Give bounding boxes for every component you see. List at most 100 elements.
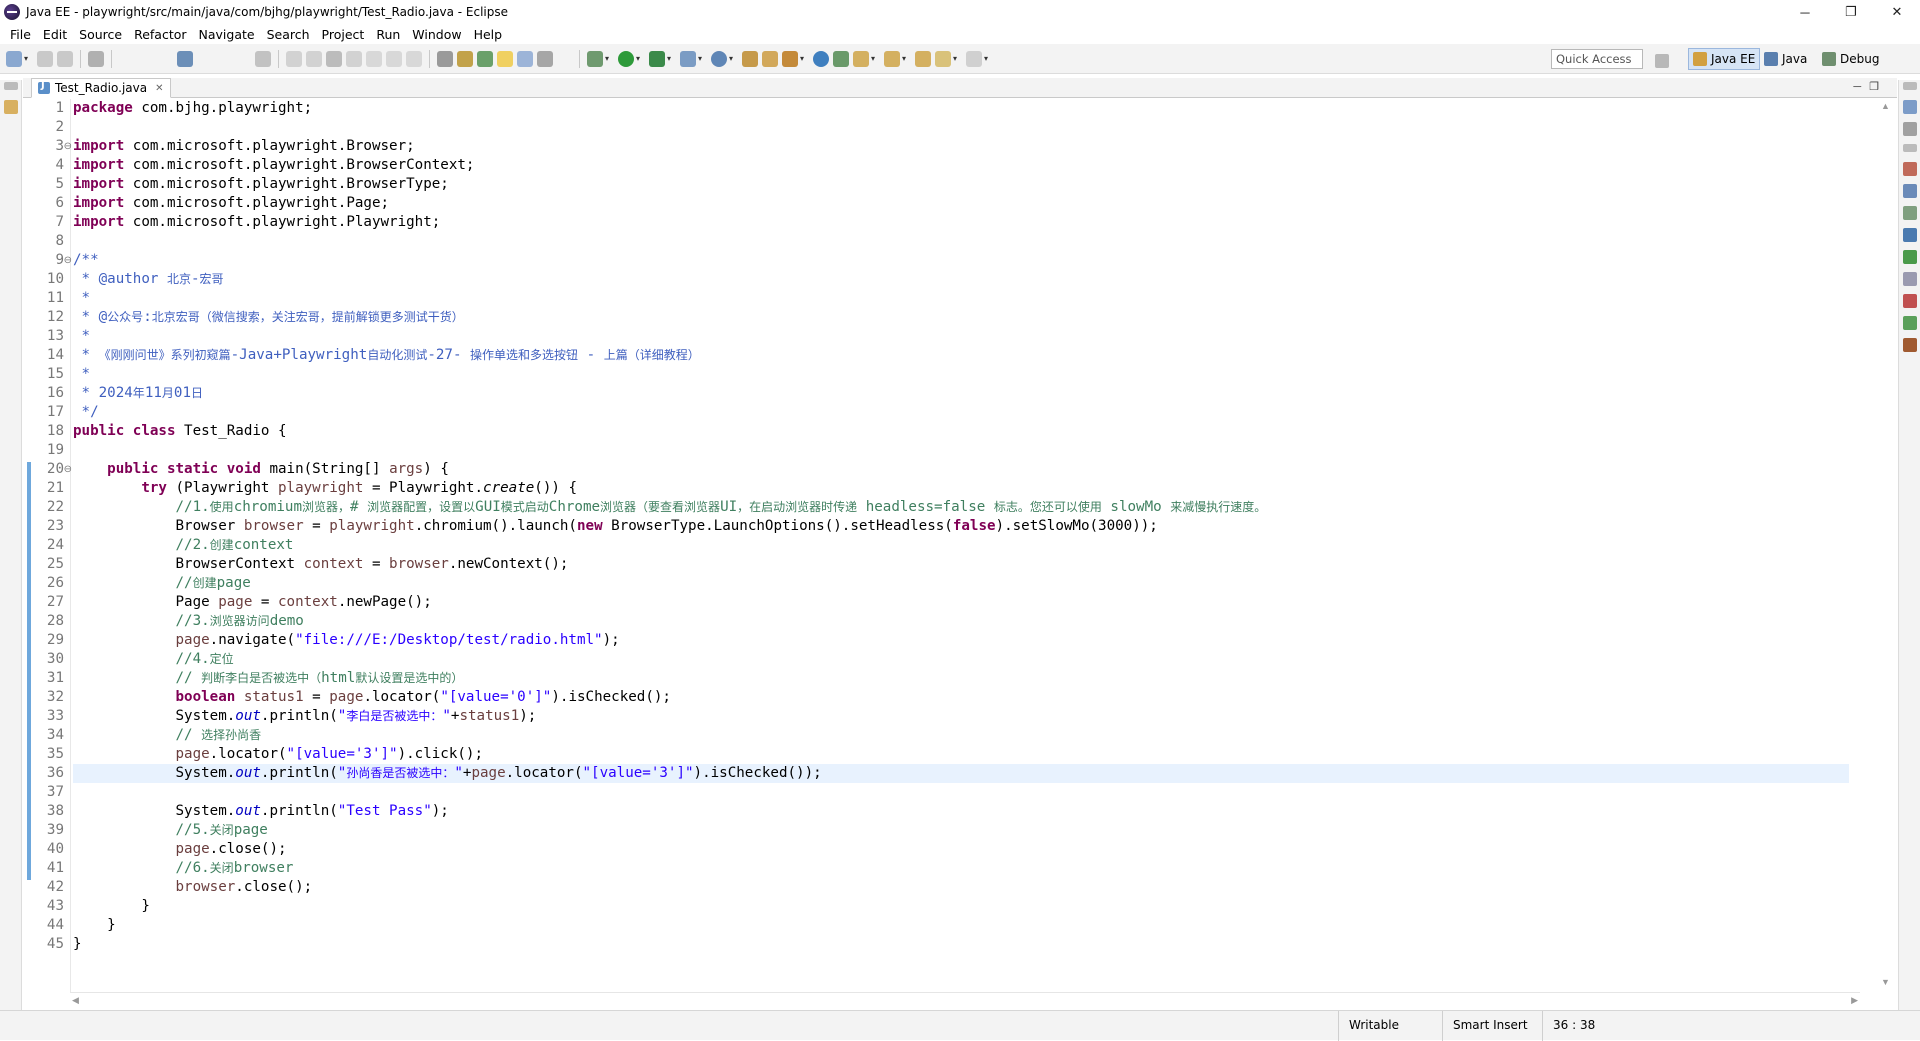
menu-source[interactable]: Source bbox=[73, 27, 128, 42]
terminal-icon[interactable] bbox=[177, 50, 193, 67]
code-line[interactable]: * 《刚刚问世》系列初窥篇-Java+Playwright自动化测试-27- 操… bbox=[73, 346, 1849, 365]
code-line[interactable]: import com.microsoft.playwright.BrowserT… bbox=[73, 175, 1849, 194]
code-line[interactable]: Page page = context.newPage(); bbox=[73, 593, 1849, 612]
project-explorer-icon[interactable] bbox=[4, 100, 18, 114]
code-line[interactable]: //3.浏览器访问demo bbox=[73, 612, 1849, 631]
skip-breakpoints-icon[interactable] bbox=[255, 50, 271, 67]
code-line[interactable]: * @author 北京-宏哥 bbox=[73, 270, 1849, 289]
progress-icon[interactable] bbox=[1903, 316, 1917, 330]
code-line[interactable]: * bbox=[73, 365, 1849, 384]
code-line[interactable]: System.out.println("孙尚香是否被选中："+page.loca… bbox=[73, 764, 1849, 783]
use-step-filters-icon[interactable] bbox=[457, 50, 473, 67]
scroll-right-icon[interactable]: ▶ bbox=[1851, 995, 1858, 1006]
code-line[interactable]: BrowserContext context = browser.newCont… bbox=[73, 555, 1849, 574]
code-line[interactable] bbox=[73, 118, 1849, 137]
drop-to-frame-icon[interactable] bbox=[437, 50, 453, 67]
properties-icon[interactable] bbox=[1903, 184, 1917, 198]
code-line[interactable]: } bbox=[73, 916, 1849, 935]
code-line[interactable]: System.out.println("李白是否被选中："+status1); bbox=[73, 707, 1849, 726]
minimize-maximize-controls[interactable]: ─❐ bbox=[1853, 80, 1887, 93]
debug-icon[interactable] bbox=[587, 50, 603, 67]
save-all-icon[interactable] bbox=[57, 50, 73, 67]
code-line[interactable] bbox=[73, 783, 1849, 802]
open-type-icon[interactable] bbox=[742, 50, 758, 67]
scroll-down-icon[interactable]: ▼ bbox=[1881, 977, 1890, 987]
toggle-block-selection-icon[interactable] bbox=[517, 50, 533, 67]
annotation-icon[interactable] bbox=[833, 50, 849, 67]
servers-icon[interactable] bbox=[1903, 206, 1917, 220]
vertical-scrollbar[interactable]: ▲ ▼ bbox=[1876, 99, 1897, 992]
code-line[interactable]: package com.bjhg.playwright; bbox=[73, 99, 1849, 118]
minimize-button[interactable]: ─ bbox=[1782, 0, 1828, 24]
debug-dropdown-icon[interactable]: ▾ bbox=[605, 51, 612, 67]
code-line[interactable]: System.out.println("Test Pass"); bbox=[73, 802, 1849, 821]
open-task-icon[interactable] bbox=[477, 50, 493, 67]
code-line[interactable]: import com.microsoft.playwright.BrowserC… bbox=[73, 156, 1849, 175]
data-source-explorer-icon[interactable] bbox=[1903, 228, 1917, 242]
code-line[interactable] bbox=[73, 232, 1849, 251]
code-line[interactable]: browser.close(); bbox=[73, 878, 1849, 897]
toggle-mark-occurrences-icon[interactable] bbox=[497, 50, 513, 67]
external-tools-dropdown-icon[interactable]: ▾ bbox=[698, 51, 705, 67]
restore-icon[interactable] bbox=[1903, 82, 1917, 90]
code-line[interactable]: * 2024年11月01日 bbox=[73, 384, 1849, 403]
last-edit-location-icon[interactable] bbox=[915, 50, 931, 67]
forward-dropdown-icon[interactable]: ▾ bbox=[984, 51, 991, 67]
quick-access-input[interactable]: Quick Access bbox=[1551, 49, 1643, 69]
save-icon[interactable] bbox=[37, 50, 53, 67]
globe-icon[interactable] bbox=[813, 50, 829, 67]
show-whitespace-icon[interactable] bbox=[537, 50, 553, 67]
problems-icon[interactable] bbox=[1903, 272, 1917, 286]
search-dropdown-icon[interactable]: ▾ bbox=[800, 51, 807, 67]
perspective-java[interactable]: Java bbox=[1764, 48, 1807, 70]
code-line[interactable]: } bbox=[73, 897, 1849, 916]
code-line[interactable]: * bbox=[73, 327, 1849, 346]
close-button[interactable]: ✕ bbox=[1874, 0, 1920, 24]
code-line[interactable]: //6.关闭browser bbox=[73, 859, 1849, 878]
code-line[interactable]: //1.使用chromium浏览器，# 浏览器配置，设置以GUI模式启动Chro… bbox=[73, 498, 1849, 517]
status-insert-mode[interactable]: Smart Insert bbox=[1442, 1011, 1534, 1041]
coverage-icon[interactable] bbox=[649, 50, 665, 67]
restore-button[interactable]: ❐ bbox=[1828, 0, 1874, 24]
new-icon[interactable] bbox=[6, 50, 22, 67]
menu-window[interactable]: Window bbox=[406, 27, 467, 42]
menu-navigate[interactable]: Navigate bbox=[193, 27, 261, 42]
task-list-icon[interactable] bbox=[1903, 122, 1917, 136]
code-line[interactable]: page.locator("[value='3']").click(); bbox=[73, 745, 1849, 764]
perspective-java-ee[interactable]: Java EE bbox=[1688, 48, 1761, 70]
step-over-icon[interactable] bbox=[386, 50, 402, 67]
run-icon[interactable] bbox=[618, 50, 634, 67]
code-line[interactable]: public class Test_Radio { bbox=[73, 422, 1849, 441]
junit-icon[interactable] bbox=[1903, 338, 1917, 352]
code-line[interactable]: public static void main(String[] args) { bbox=[73, 460, 1849, 479]
code-line[interactable]: import com.microsoft.playwright.Browser; bbox=[73, 137, 1849, 156]
code-line[interactable]: import com.microsoft.playwright.Playwrig… bbox=[73, 213, 1849, 232]
code-text-area[interactable]: package com.bjhg.playwright; import com.m… bbox=[73, 99, 1849, 992]
menu-project[interactable]: Project bbox=[316, 27, 371, 42]
print-icon[interactable] bbox=[88, 50, 104, 67]
code-line[interactable]: page.navigate("file:///E:/Desktop/test/r… bbox=[73, 631, 1849, 650]
fold-toggle-icon[interactable]: ⊖ bbox=[64, 460, 72, 479]
external-tools-icon[interactable] bbox=[680, 50, 696, 67]
menu-refactor[interactable]: Refactor bbox=[128, 27, 192, 42]
forward-icon[interactable] bbox=[966, 50, 982, 67]
console-icon[interactable] bbox=[1903, 294, 1917, 308]
previous-annotation-dropdown-icon[interactable]: ▾ bbox=[902, 51, 909, 67]
menu-run[interactable]: Run bbox=[370, 27, 406, 42]
horizontal-scrollbar[interactable]: ◀ ▶ bbox=[70, 992, 1860, 1009]
code-line[interactable]: import com.microsoft.playwright.Page; bbox=[73, 194, 1849, 213]
code-line[interactable]: //5.关闭page bbox=[73, 821, 1849, 840]
run-dropdown-icon[interactable]: ▾ bbox=[636, 51, 643, 67]
back-dropdown-icon[interactable]: ▾ bbox=[953, 51, 960, 67]
perspective-debug[interactable]: Debug bbox=[1822, 48, 1879, 70]
new-server-dropdown-icon[interactable]: ▾ bbox=[729, 51, 736, 67]
code-line[interactable]: page.close(); bbox=[73, 840, 1849, 859]
code-line[interactable]: /** bbox=[73, 251, 1849, 270]
code-line[interactable]: } bbox=[73, 935, 1849, 954]
disconnect-icon[interactable] bbox=[346, 50, 362, 67]
menu-file[interactable]: File bbox=[4, 27, 37, 42]
code-line[interactable]: //4.定位 bbox=[73, 650, 1849, 669]
menu-help[interactable]: Help bbox=[468, 27, 509, 42]
markers-icon[interactable] bbox=[1903, 162, 1917, 176]
code-line[interactable]: //创建page bbox=[73, 574, 1849, 593]
